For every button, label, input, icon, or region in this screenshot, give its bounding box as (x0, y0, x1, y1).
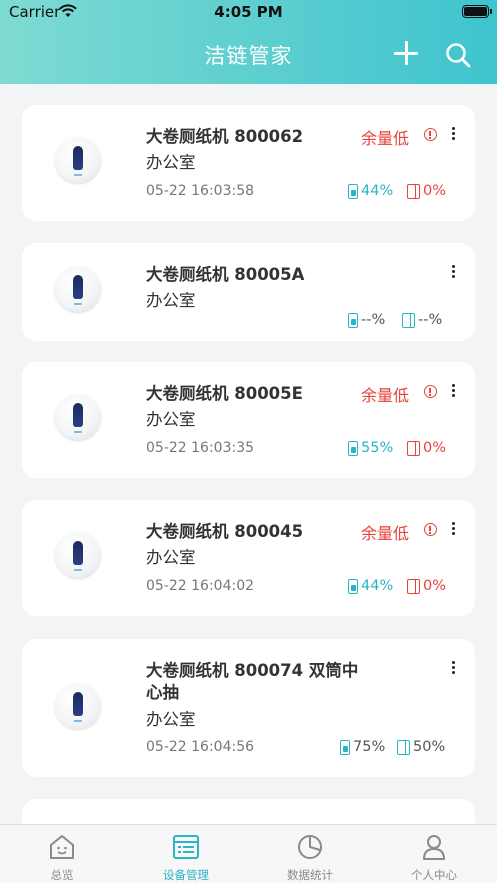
status-time: 4:05 PM (214, 3, 283, 21)
tab-label: 总览 (50, 868, 74, 882)
tab-overview[interactable]: 总览 (0, 825, 124, 883)
tab-label: 数据统计 (287, 868, 333, 882)
device-title: 大卷厕纸机 800062 (146, 127, 304, 146)
device-location: 办公室 (146, 291, 196, 310)
device-card[interactable]: 大卷厕纸机 80005E 办公室 05-22 16:03:35 余量低 55% … (22, 362, 475, 478)
device-card[interactable]: 大卷厕纸机 800045 办公室 05-22 16:04:02 余量低 44% … (22, 500, 475, 616)
battery-icon (340, 739, 350, 755)
paper-level: 0% (407, 183, 446, 199)
battery-status-icon (462, 5, 492, 18)
more-menu-icon[interactable] (452, 522, 456, 536)
home-icon (50, 835, 74, 859)
more-menu-icon[interactable] (452, 127, 456, 141)
battery-level: --% (348, 312, 385, 328)
add-device-icon[interactable] (394, 41, 418, 65)
device-location: 办公室 (146, 410, 196, 429)
dispenser-image (55, 683, 101, 729)
tab-device-management[interactable]: 设备管理 (124, 825, 248, 883)
dispenser-image (55, 137, 101, 183)
paper-level: 50% (397, 739, 445, 755)
device-title: 大卷厕纸机 800074 双筒中心抽 (146, 661, 359, 702)
more-menu-icon[interactable] (452, 265, 456, 279)
device-location: 办公室 (146, 548, 196, 567)
paper-roll-icon (407, 578, 421, 594)
tab-profile[interactable]: 个人中心 (372, 825, 496, 883)
battery-level: 44% (348, 578, 393, 594)
device-card-partial[interactable] (22, 799, 475, 824)
dispenser-image (55, 394, 101, 440)
pie-chart-icon (298, 835, 322, 859)
user-icon (423, 835, 445, 860)
dispenser-image (55, 266, 101, 312)
alert-circle-icon (424, 128, 437, 141)
device-title: 大卷厕纸机 80005A (146, 265, 305, 284)
device-list: 大卷厕纸机 800062 办公室 05-22 16:03:58 余量低 44% … (0, 84, 497, 824)
dispenser-image (55, 532, 101, 578)
device-location: 办公室 (146, 710, 196, 729)
device-time: 05-22 16:03:35 (146, 440, 255, 456)
device-title: 大卷厕纸机 800045 (146, 522, 304, 541)
battery-level: 55% (348, 440, 393, 456)
device-time: 05-22 16:04:56 (146, 739, 255, 755)
paper-level: --% (402, 312, 442, 328)
device-card[interactable]: 大卷厕纸机 80005A 办公室 --% --% (22, 243, 475, 341)
tab-bar: 总览 设备管理 数据统计 个人中心 (0, 824, 497, 883)
battery-icon (348, 578, 358, 594)
device-location: 办公室 (146, 153, 196, 172)
device-card[interactable]: 大卷厕纸机 800074 双筒中心抽 办公室 05-22 16:04:56 75… (22, 639, 475, 777)
alert-circle-icon (424, 385, 437, 398)
battery-level: 75% (340, 739, 385, 755)
tab-label: 个人中心 (411, 868, 457, 882)
paper-level: 0% (407, 578, 446, 594)
low-stock-warning: 余量低 (361, 524, 410, 543)
status-bar: Carrier 4:05 PM (0, 0, 497, 26)
device-card[interactable]: 大卷厕纸机 800062 办公室 05-22 16:03:58 余量低 44% … (22, 105, 475, 221)
more-menu-icon[interactable] (452, 384, 456, 398)
search-icon[interactable] (445, 42, 471, 68)
battery-icon (348, 440, 358, 456)
battery-icon (348, 183, 358, 199)
battery-level: 44% (348, 183, 393, 199)
low-stock-warning: 余量低 (361, 386, 410, 405)
paper-roll-icon (402, 312, 416, 328)
device-title: 大卷厕纸机 80005E (146, 384, 303, 403)
list-icon (173, 835, 199, 859)
more-menu-icon[interactable] (452, 661, 456, 675)
battery-icon (348, 312, 358, 328)
alert-circle-icon (424, 523, 437, 536)
device-time: 05-22 16:03:58 (146, 183, 255, 199)
device-time: 05-22 16:04:02 (146, 578, 255, 594)
paper-level: 0% (407, 440, 446, 456)
paper-roll-icon (397, 739, 411, 755)
app-header: Carrier 4:05 PM 洁链管家 (0, 0, 497, 84)
paper-roll-icon (407, 440, 421, 456)
paper-roll-icon (407, 183, 421, 199)
tab-statistics[interactable]: 数据统计 (248, 825, 372, 883)
page-title: 洁链管家 (204, 44, 293, 68)
low-stock-warning: 余量低 (361, 129, 410, 148)
tab-label: 设备管理 (163, 868, 209, 882)
